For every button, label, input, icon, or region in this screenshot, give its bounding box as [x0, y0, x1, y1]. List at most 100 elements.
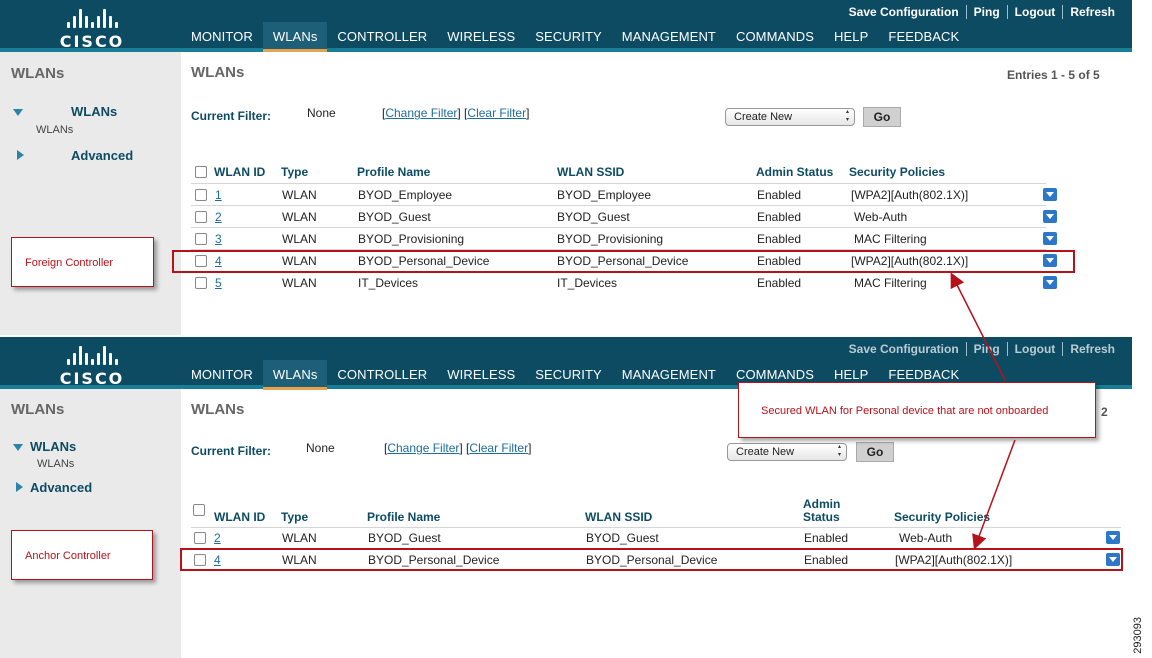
- menu-commands[interactable]: COMMANDS: [726, 22, 824, 52]
- change-filter-link[interactable]: Change Filter: [385, 106, 457, 120]
- menu-management[interactable]: MANAGEMENT: [612, 22, 726, 52]
- save-configuration-link[interactable]: Save Configuration: [842, 342, 966, 356]
- go-button[interactable]: Go: [856, 442, 894, 462]
- current-filter-value: None: [306, 441, 335, 455]
- ping-link[interactable]: Ping: [965, 5, 1007, 19]
- admin-status: Enabled: [757, 232, 802, 246]
- sidebar-subitem-wlans[interactable]: WLANs: [37, 458, 74, 470]
- current-filter-label: Current Filter:: [191, 444, 272, 458]
- menu-help[interactable]: HELP: [824, 22, 878, 52]
- wlan-id-link[interactable]: 2: [215, 210, 222, 224]
- refresh-link[interactable]: Refresh: [1062, 342, 1122, 356]
- clear-filter-link[interactable]: Clear Filter: [467, 106, 526, 120]
- secured-wlan-note: Secured WLAN for Personal device that ar…: [738, 382, 1096, 438]
- sidebar: WLANs WLANs WLANs Advanced: [0, 52, 181, 335]
- logout-link[interactable]: Logout: [1006, 5, 1063, 19]
- wlan-type: WLAN: [282, 531, 317, 545]
- menu-management[interactable]: MANAGEMENT: [612, 360, 726, 390]
- select-all-checkbox[interactable]: [195, 166, 207, 178]
- menu-security[interactable]: SECURITY: [525, 22, 612, 52]
- sidebar-title: WLANs: [11, 65, 65, 82]
- foreign-controller-panel: CISCO Save Configuration Ping Logout Ref…: [0, 0, 1132, 335]
- profile-name: BYOD_Guest: [368, 531, 441, 545]
- sidebar-item-wlans[interactable]: WLANs: [30, 439, 76, 454]
- row-dropdown-icon[interactable]: [1043, 276, 1057, 289]
- sidebar-subitem-wlans[interactable]: WLANs: [36, 124, 73, 136]
- menu-controller[interactable]: CONTROLLER: [327, 22, 437, 52]
- wlan-id-link[interactable]: 3: [215, 232, 222, 246]
- highlight-foreign-row: [172, 250, 1075, 273]
- clear-filter-link[interactable]: Clear Filter: [469, 441, 528, 455]
- wlan-type: WLAN: [282, 232, 317, 246]
- menu-monitor[interactable]: MONITOR: [181, 22, 263, 52]
- menu-wlans[interactable]: WLANs: [262, 22, 328, 52]
- menu-monitor[interactable]: MONITOR: [181, 360, 263, 390]
- sidebar-item-advanced[interactable]: Advanced: [71, 148, 133, 163]
- expand-icon[interactable]: [13, 109, 23, 116]
- profile-name: BYOD_Provisioning: [358, 232, 465, 246]
- row-checkbox[interactable]: [195, 211, 207, 223]
- wlan-ssid: BYOD_Provisioning: [557, 232, 664, 246]
- wlan-id-link[interactable]: 2: [214, 531, 221, 545]
- expand-icon[interactable]: [13, 444, 23, 451]
- row-dropdown-icon[interactable]: [1043, 210, 1057, 223]
- logout-link[interactable]: Logout: [1006, 342, 1063, 356]
- col-admin-status-line2: Status: [803, 510, 840, 524]
- admin-status: Enabled: [757, 210, 802, 224]
- menu-security[interactable]: SECURITY: [525, 360, 612, 390]
- menu-wireless[interactable]: WIRELESS: [437, 360, 525, 390]
- anchor-controller-label: Anchor Controller: [11, 530, 153, 580]
- sidebar-title: WLANs: [11, 401, 65, 418]
- security-policy: MAC Filtering: [854, 276, 927, 290]
- highlight-anchor-row: [180, 548, 1123, 571]
- row-dropdown-icon[interactable]: [1106, 531, 1120, 544]
- col-wlan-id: WLAN ID: [214, 510, 266, 524]
- sidebar-item-wlans[interactable]: WLANs: [71, 104, 117, 119]
- wlan-id-link[interactable]: 1: [215, 188, 222, 202]
- profile-name: BYOD_Guest: [358, 210, 431, 224]
- row-checkbox[interactable]: [195, 189, 207, 201]
- sidebar: WLANs WLANs WLANs Advanced: [0, 389, 181, 658]
- cisco-bars-icon: [56, 8, 128, 28]
- collapse-icon[interactable]: [16, 482, 23, 492]
- menu-wlans[interactable]: WLANs: [262, 360, 328, 390]
- row-dropdown-icon[interactable]: [1043, 188, 1057, 201]
- col-security-policies: Security Policies: [849, 165, 946, 179]
- create-new-select[interactable]: Create New: [725, 108, 855, 126]
- top-links: Save Configuration Ping Logout Refresh: [842, 342, 1122, 356]
- create-new-select[interactable]: Create New: [727, 443, 847, 461]
- wlan-type: WLAN: [282, 210, 317, 224]
- page-title: WLANs: [191, 64, 245, 81]
- security-policy: Web-Auth: [854, 210, 908, 224]
- col-wlan-ssid: WLAN SSID: [557, 165, 625, 179]
- sidebar-item-advanced[interactable]: Advanced: [30, 480, 92, 495]
- collapse-icon[interactable]: [17, 150, 24, 160]
- change-filter-link[interactable]: Change Filter: [387, 441, 459, 455]
- row-checkbox[interactable]: [195, 233, 207, 245]
- menu-controller[interactable]: CONTROLLER: [327, 360, 437, 390]
- wlan-ssid: BYOD_Guest: [557, 210, 630, 224]
- cisco-wordmark: CISCO: [59, 32, 125, 51]
- go-button[interactable]: Go: [863, 107, 901, 127]
- wlan-id-link[interactable]: 5: [215, 276, 222, 290]
- select-all-checkbox[interactable]: [193, 504, 205, 516]
- row-checkbox[interactable]: [195, 277, 207, 289]
- profile-name: IT_Devices: [358, 276, 419, 290]
- refresh-link[interactable]: Refresh: [1062, 5, 1122, 19]
- menu-feedback[interactable]: FEEDBACK: [878, 22, 969, 52]
- security-policy: MAC Filtering: [854, 232, 927, 246]
- wlan-type: WLAN: [282, 188, 317, 202]
- save-configuration-link[interactable]: Save Configuration: [842, 5, 966, 19]
- entries-count: 2: [1101, 405, 1108, 419]
- col-wlan-ssid: WLAN SSID: [585, 510, 653, 524]
- row-checkbox[interactable]: [194, 532, 206, 544]
- admin-status: Enabled: [804, 531, 849, 545]
- cisco-bars-icon: [56, 345, 128, 365]
- menu-wireless[interactable]: WIRELESS: [437, 22, 525, 52]
- security-policy: Web-Auth: [899, 531, 953, 545]
- ping-link[interactable]: Ping: [965, 342, 1007, 356]
- main-menu: MONITOR WLANs CONTROLLER WIRELESS SECURI…: [181, 22, 969, 52]
- wlan-ssid: IT_Devices: [557, 276, 618, 290]
- row-dropdown-icon[interactable]: [1043, 232, 1057, 245]
- admin-status: Enabled: [757, 188, 802, 202]
